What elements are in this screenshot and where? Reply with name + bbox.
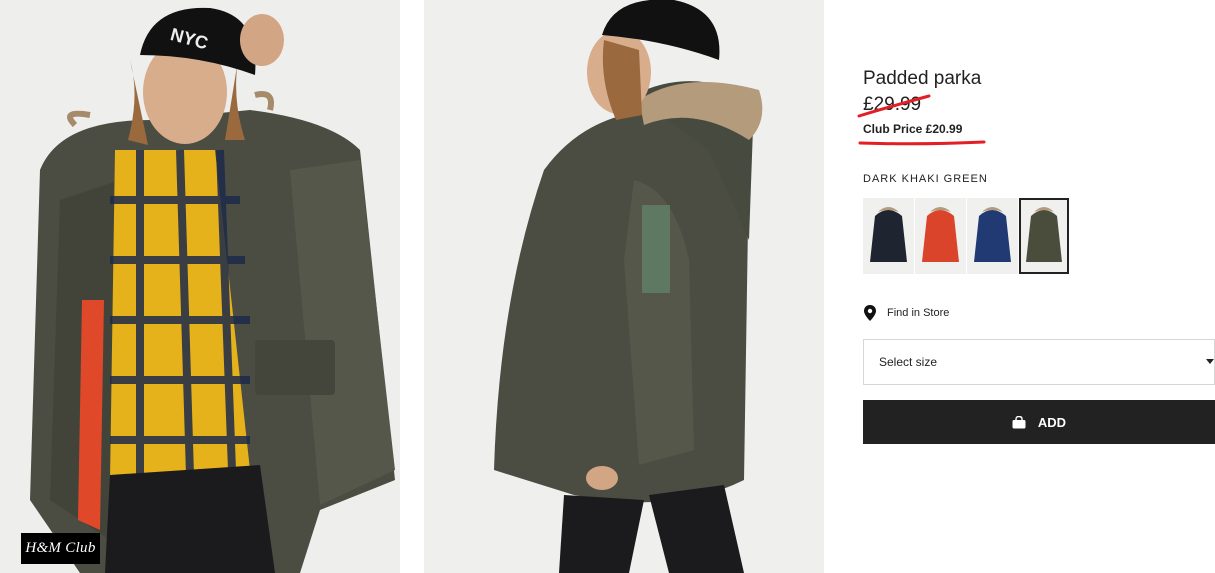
khaki-parka-thumbnail	[1026, 207, 1062, 262]
club-price-underline-annotation	[858, 140, 986, 146]
swatch-red[interactable]	[915, 198, 966, 274]
caret-down-icon	[1206, 359, 1214, 364]
product-details: Padded parka £29.99 Club Price £20.99 DA…	[857, 0, 1215, 573]
find-in-store-label: Find in Store	[887, 307, 950, 319]
hm-club-badge: H&M Club	[21, 533, 100, 564]
size-select-placeholder: Select size	[879, 355, 938, 369]
selected-color-name: DARK KHAKI GREEN	[863, 173, 988, 185]
find-in-store-link[interactable]: Find in Store	[863, 305, 949, 321]
product-photo-side[interactable]	[424, 0, 824, 573]
red-parka-thumbnail	[922, 207, 959, 262]
add-button-label: ADD	[1037, 414, 1067, 430]
product-photo-front[interactable]: NYC H&M Club	[0, 0, 400, 573]
swatch-black[interactable]	[863, 198, 914, 274]
swatch-navy[interactable]	[967, 198, 1018, 274]
add-to-bag-button[interactable]: ADD	[863, 400, 1215, 444]
product-title: Padded parka	[863, 68, 982, 89]
club-price: Club Price £20.99	[863, 122, 963, 136]
side-model-illustration	[424, 0, 824, 573]
black-parka-thumbnail	[870, 207, 907, 262]
size-select[interactable]: Select size	[863, 339, 1215, 385]
front-model-illustration: NYC	[0, 0, 400, 573]
navy-parka-thumbnail	[974, 207, 1011, 262]
swatch-dark-khaki-green[interactable]	[1019, 198, 1069, 274]
shopping-bag-icon	[1012, 415, 1026, 428]
color-swatches	[863, 198, 1069, 274]
product-page: NYC H&M Club Padded parka £29.99 Club Pr…	[0, 0, 1215, 573]
map-pin-icon	[864, 305, 876, 321]
old-price: £29.99	[863, 94, 922, 115]
